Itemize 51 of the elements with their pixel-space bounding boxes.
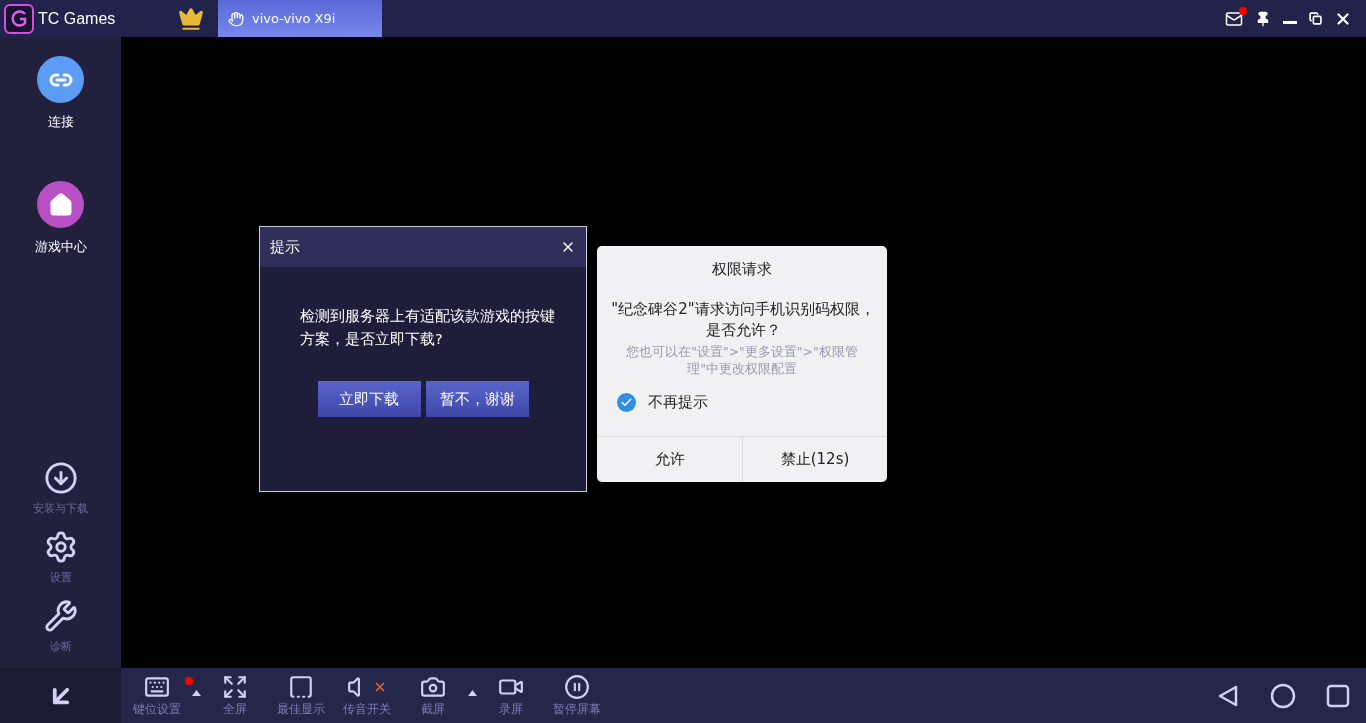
- hand-icon: [228, 10, 244, 27]
- dialog-button[interactable]: 暂不，谢谢: [425, 381, 529, 417]
- pin-button[interactable]: [1255, 10, 1271, 27]
- dialog-button[interactable]: 立即下载: [317, 381, 421, 417]
- app-logo-icon: [4, 3, 34, 34]
- dialog-button[interactable]: 禁止(12s): [742, 437, 887, 482]
- expand-icon: [222, 674, 248, 700]
- app-name: TC Games: [38, 9, 116, 28]
- restore-icon: [1309, 12, 1322, 25]
- checkbox[interactable]: [617, 393, 636, 412]
- notification-dot: [1239, 6, 1247, 15]
- crown-icon[interactable]: [178, 5, 204, 32]
- toolbar-button[interactable]: 全屏: [207, 668, 263, 723]
- caret-icon[interactable]: [192, 690, 201, 696]
- checkbox-label: 不再提示: [648, 393, 708, 412]
- camera-icon: [420, 674, 446, 700]
- recents-button[interactable]: [1326, 683, 1350, 708]
- download-icon: [43, 461, 78, 495]
- sidebar-item[interactable]: 安装与下载: [33, 461, 88, 516]
- notification-dot: [185, 677, 193, 685]
- minimize-icon: [1283, 21, 1297, 24]
- toolbar-button[interactable]: 最佳显示: [273, 668, 329, 723]
- dialog-title: 提示: [270, 237, 300, 257]
- permission-message: "纪念碑谷2"请求访问手机识别码权限，是否允许？: [611, 299, 875, 341]
- caret-icon[interactable]: [468, 690, 477, 696]
- dialog-message: 检测到服务器上有适配该款游戏的按键方案，是否立即下载?: [300, 307, 556, 349]
- mute-icon: [347, 674, 387, 700]
- back-button[interactable]: [1216, 683, 1240, 708]
- mail-icon: [1225, 9, 1243, 28]
- sidebar-item[interactable]: 游戏中心: [34, 181, 87, 256]
- pin-icon: [1255, 10, 1271, 27]
- collapse-button[interactable]: [0, 668, 121, 723]
- toolbar-button[interactable]: 键位设置: [129, 668, 203, 723]
- home-button[interactable]: [1270, 682, 1296, 709]
- permission-hint: 您也可以在"设置">"更多设置">"权限管理"中更改权限配置: [625, 343, 859, 377]
- sidebar-item[interactable]: 诊断: [43, 599, 78, 654]
- dialog-title: 权限请求: [711, 260, 773, 279]
- check-icon: [620, 396, 633, 409]
- toolbar-button[interactable]: 截屏: [405, 668, 479, 723]
- toolbar-button[interactable]: 传音开关: [339, 668, 395, 723]
- sidebar-item[interactable]: 连接: [37, 56, 84, 131]
- sidebar-item[interactable]: 设置: [43, 530, 78, 585]
- dialog-button[interactable]: 允许: [597, 437, 742, 482]
- keyboard-icon: [144, 674, 170, 700]
- device-tab[interactable]: vivo-vivo X9i: [218, 0, 382, 37]
- restore-button[interactable]: [1309, 12, 1322, 25]
- toolbar-button[interactable]: 暂停屏幕: [549, 668, 605, 723]
- frame-icon: [288, 674, 314, 700]
- toolbar-button[interactable]: 录屏: [483, 668, 539, 723]
- wrench-icon: [43, 599, 78, 633]
- pause-icon: [564, 674, 590, 700]
